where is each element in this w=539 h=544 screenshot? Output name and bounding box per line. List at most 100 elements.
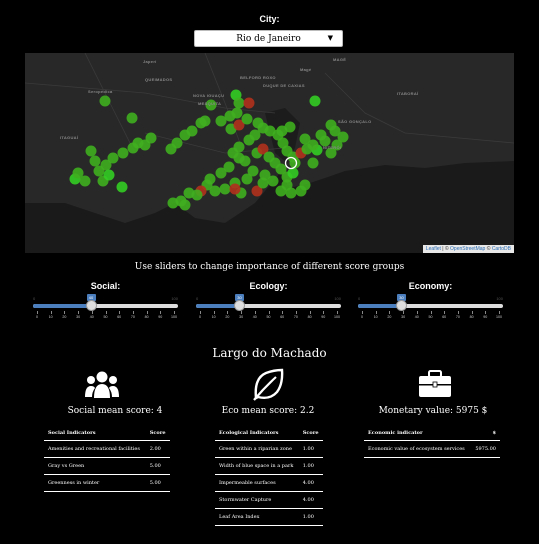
map-marker[interactable] xyxy=(224,110,236,122)
map-marker[interactable] xyxy=(223,161,235,173)
slider-tick-label: 80 xyxy=(469,315,474,319)
map-marker[interactable] xyxy=(219,183,231,195)
slider-tick-label: 10 xyxy=(48,315,53,319)
map[interactable]: QUEIMADOS NOVA IGUAÇU MESQUITA BELFORD R… xyxy=(25,53,514,253)
slider-tick-label: 70 xyxy=(455,315,460,319)
slider-tick xyxy=(268,311,270,314)
slider-tick xyxy=(485,311,487,314)
slider-min: 0 xyxy=(196,296,199,301)
column-header: $ xyxy=(470,426,500,441)
slider-tick-label: 60 xyxy=(280,315,285,319)
map-marker[interactable] xyxy=(241,113,253,125)
slider-tick-label: 90 xyxy=(321,315,326,319)
slider-tick xyxy=(403,311,405,314)
map-marker[interactable] xyxy=(179,129,191,141)
carto-link[interactable]: CartoDB xyxy=(492,246,511,252)
map-attribution: Leaflet | © OpenStreetMap © CartoDB xyxy=(422,245,514,253)
map-marker[interactable] xyxy=(307,157,319,169)
map-marker[interactable] xyxy=(116,181,128,193)
map-marker[interactable] xyxy=(285,187,297,199)
slider-tick-label: 30 xyxy=(401,315,406,319)
map-marker[interactable] xyxy=(257,177,269,189)
city-select[interactable]: Rio de Janeiro ▼ xyxy=(194,30,343,47)
slider-tick xyxy=(282,311,284,314)
slider-tick xyxy=(227,311,229,314)
osm-link[interactable]: OpenStreetMap xyxy=(450,246,485,252)
slider-tick xyxy=(375,311,377,314)
table-row: Greenness in winter 5.00 xyxy=(44,474,170,492)
slider-handle[interactable] xyxy=(234,300,245,311)
ecological-indicators-table: Ecological Indicators Score Green within… xyxy=(215,426,323,526)
map-marker[interactable] xyxy=(243,134,255,146)
slider-tick xyxy=(362,311,363,314)
map-marker[interactable] xyxy=(229,183,241,195)
table-row: Amenities and recreational facilities 2.0… xyxy=(44,440,170,458)
leaf-icon xyxy=(253,368,284,401)
map-label-duque-de-caxias: DUQUE DE CAXIAS xyxy=(263,83,305,88)
eco-mean-score: Eco mean score: 2.2 xyxy=(221,406,315,416)
map-marker[interactable] xyxy=(204,173,216,185)
map-marker[interactable] xyxy=(315,129,327,141)
slider-tick-label: 40 xyxy=(252,315,257,319)
slider-fill xyxy=(358,304,402,308)
slider-handle[interactable] xyxy=(396,300,407,311)
slider-max: 100 xyxy=(171,296,178,301)
slider-track[interactable] xyxy=(196,304,341,308)
map-marker[interactable] xyxy=(127,142,139,154)
map-marker[interactable] xyxy=(199,115,211,127)
table-header-row: Social Indicators Score xyxy=(44,426,170,441)
map-marker[interactable] xyxy=(85,145,97,157)
map-marker[interactable] xyxy=(165,143,177,155)
slider-tick-label: 10 xyxy=(373,315,378,319)
map-marker[interactable] xyxy=(179,199,191,211)
map-marker[interactable] xyxy=(299,133,311,145)
social-mean-score: Social mean score: 4 xyxy=(67,406,163,416)
map-marker[interactable] xyxy=(126,112,138,124)
slider-tick xyxy=(323,311,325,314)
map-marker[interactable] xyxy=(276,125,288,137)
table-header-row: Ecological Indicators Score xyxy=(215,426,323,441)
map-marker[interactable] xyxy=(241,173,253,185)
map-marker[interactable] xyxy=(275,185,287,197)
slider-handle[interactable] xyxy=(85,300,97,311)
slider-tick xyxy=(64,311,66,314)
map-label-japeri: Japeri xyxy=(143,59,157,64)
map-label-mesquita: MESQUITA xyxy=(198,101,222,106)
slider-tick-label: 80 xyxy=(144,315,149,319)
slider-tick-label: 20 xyxy=(62,315,67,319)
map-marker[interactable] xyxy=(93,165,105,177)
slider-instructions: Use sliders to change importance of diff… xyxy=(134,262,405,272)
map-marker[interactable] xyxy=(287,167,299,179)
slider-tick-label: 40 xyxy=(414,315,419,319)
slider-tick-label: 30 xyxy=(239,315,244,319)
slider-tick-label: 80 xyxy=(307,315,312,319)
slider-tick xyxy=(444,311,446,314)
leaflet-link[interactable]: Leaflet xyxy=(426,246,441,252)
map-marker[interactable] xyxy=(103,169,115,181)
slider-track[interactable] xyxy=(33,304,178,308)
map-marker[interactable] xyxy=(309,95,321,107)
map-marker[interactable] xyxy=(239,155,251,167)
slider-tick-label: 50 xyxy=(103,315,108,319)
map-marker[interactable] xyxy=(89,155,101,167)
map-marker[interactable] xyxy=(167,197,179,209)
slider-tick xyxy=(309,311,311,314)
slider-tick-label: 10 xyxy=(211,315,216,319)
map-marker[interactable] xyxy=(325,119,337,131)
briefcase-icon xyxy=(419,370,451,397)
city-label: City: xyxy=(259,14,280,24)
slider-tick xyxy=(295,311,297,314)
map-marker[interactable] xyxy=(99,95,111,107)
map-marker[interactable] xyxy=(233,97,245,109)
slider-track[interactable] xyxy=(358,304,503,308)
map-marker[interactable] xyxy=(79,175,91,187)
social-indicators-table: Social Indicators Score Amenities and re… xyxy=(44,426,170,492)
map-label-mage: MAGÉ xyxy=(333,57,347,62)
map-marker[interactable] xyxy=(295,185,307,197)
map-label-queimados: QUEIMADOS xyxy=(145,77,173,82)
slider-tick-label: 0 xyxy=(36,315,38,319)
map-marker[interactable] xyxy=(243,97,255,109)
slider-tick xyxy=(457,311,459,314)
map-marker[interactable] xyxy=(183,187,195,199)
map-marker[interactable] xyxy=(117,147,129,159)
